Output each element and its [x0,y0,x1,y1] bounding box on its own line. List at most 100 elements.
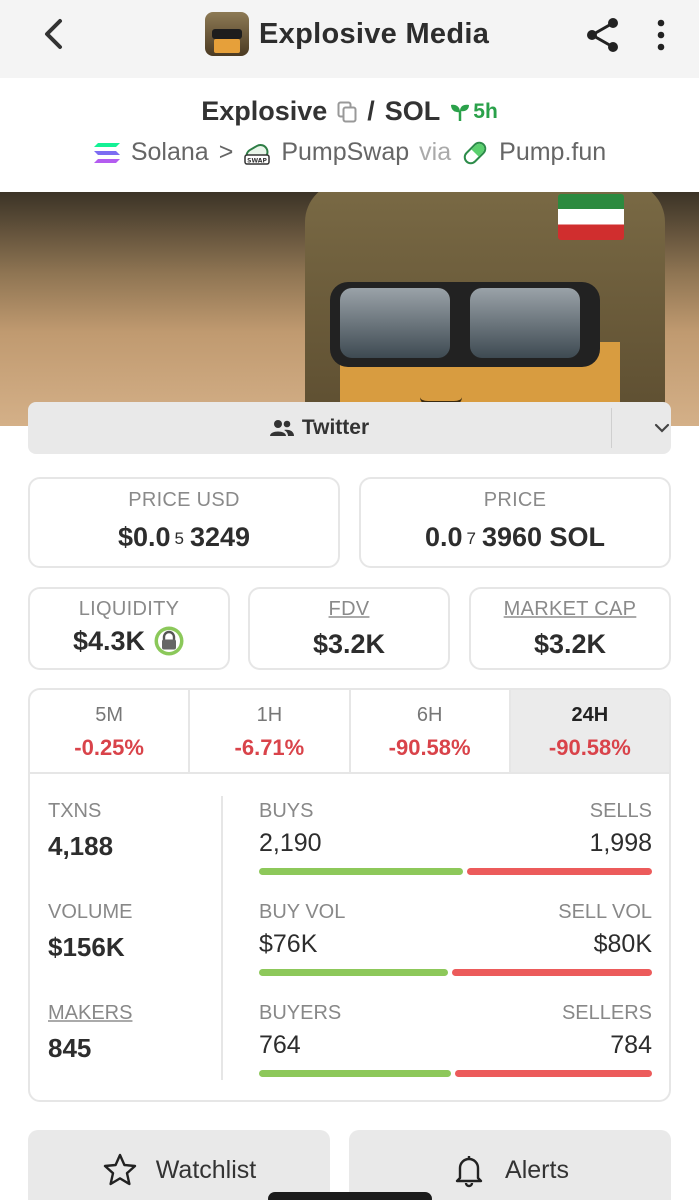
sells-label: SELLS [589,800,652,822]
sell-fill [467,868,652,875]
pair-age: 5h [450,100,498,124]
title-group: Explosive Media [205,12,489,56]
txns-value: 4,188 [48,831,114,861]
volume-stat: VOLUME $156K [48,901,132,963]
volume-value: $156K [48,932,125,962]
tab-change: -0.25% [74,735,144,760]
star-icon [103,1153,136,1186]
makers-stat[interactable]: MAKERS 845 [48,1002,132,1064]
chain-link[interactable]: Solana [131,138,209,167]
tab-1h[interactable]: 1H -6.71% [190,690,351,772]
buy-vol-value: $76K [259,930,318,958]
txns-stat: TXNS 4,188 [48,800,113,862]
stats-panel: 5M -0.25% 1H -6.71% 6H -90.58% 24H -90.5… [28,688,671,1102]
sellers-value: 784 [610,1031,652,1059]
token-avatar [205,12,249,56]
more-options-icon[interactable] [650,16,672,54]
stats-divider [221,796,223,1080]
sell-vol-label: SELL VOL [558,901,652,923]
tab-label: 6H [416,704,443,726]
liquidity-label: LIQUIDITY [78,598,180,620]
fdv-card[interactable]: FDV $3.2K [248,587,450,670]
pill-icon [463,141,487,164]
buy-fill [259,868,463,875]
pumpswap-icon: SWAP [244,143,271,165]
social-links-bar: Twitter [28,402,671,454]
buys-label: BUYS [259,800,314,822]
buy-fill [259,969,448,976]
volume-split-row: BUY VOL SELL VOL $76K $80K [259,901,652,976]
price-usd-label: PRICE USD [128,489,240,511]
volume-split-bar [259,969,652,976]
buy-vol-label: BUY VOL [259,901,346,923]
sell-fill [452,969,652,976]
price-native-value: 0.0 7 3960 SOL [361,522,669,553]
back-arrow-icon[interactable] [36,16,72,52]
sprout-icon [451,104,470,121]
bar-divider [611,408,612,448]
price-native-zeros: 7 [466,528,476,548]
sell-fill [455,1070,652,1077]
tab-change: -90.58% [548,735,631,760]
launchpad-link[interactable]: Pump.fun [499,138,606,167]
volume-label: VOLUME [48,901,133,923]
top-bar: Explosive Media [0,0,699,78]
buyers-value: 764 [259,1031,301,1059]
pair-age-value: 5h [473,99,498,123]
price-native-card: PRICE 0.0 7 3960 SOL [359,477,671,568]
market-cap-label: MARKET CAP [503,598,637,620]
flag-patch [558,194,624,240]
chevron-down-icon[interactable] [654,420,670,436]
copy-icon[interactable] [337,101,357,123]
watchlist-label: Watchlist [155,1155,257,1184]
twitter-button[interactable]: Twitter [28,402,611,454]
price-usd-card: PRICE USD $0.0 5 3249 [28,477,340,568]
alerts-button[interactable]: Alerts [349,1130,671,1200]
tab-5m[interactable]: 5M -0.25% [30,690,191,772]
buys-sells-row: BUYS SELLS 2,190 1,998 [259,800,652,875]
price-usd-prefix: $0.0 [117,522,171,552]
base-token: Explosive [201,96,328,126]
sellers-label: SELLERS [561,1002,652,1024]
tab-label: 1H [256,704,283,726]
share-icon[interactable] [584,16,622,54]
price-native-digits: 3960 SOL [481,522,606,552]
tab-label: 5M [95,704,124,726]
liquidity-card: LIQUIDITY $4.3K [28,587,230,670]
buys-value: 2,190 [259,829,322,857]
watchlist-button[interactable]: Watchlist [28,1130,330,1200]
tab-6h[interactable]: 6H -90.58% [351,690,511,772]
price-usd-value: $0.0 5 3249 [30,522,338,553]
quote-token: SOL [384,96,441,126]
dex-link[interactable]: PumpSwap [281,138,409,167]
twitter-label: Twitter [301,416,370,439]
tab-label: 24H [571,704,609,726]
home-indicator [268,1192,432,1200]
market-cap-value: $3.2K [533,629,607,659]
buyers-sellers-row: BUYERS SELLERS 764 784 [259,1002,652,1077]
lock-icon[interactable] [153,625,185,657]
token-banner-image [0,192,699,426]
route-arrow: > [218,138,234,166]
txns-label: TXNS [48,800,102,822]
price-native-label: PRICE [483,489,547,511]
pair-heading: Explosive / SOL 5h [0,96,699,127]
tab-change: -6.71% [234,735,305,760]
price-usd-zeros: 5 [174,528,184,548]
market-cap-card[interactable]: MARKET CAP $3.2K [469,587,671,670]
price-usd-digits: 3249 [189,522,251,552]
solana-logo-icon [93,142,120,163]
alerts-label: Alerts [505,1155,569,1184]
buyers-label: BUYERS [259,1002,342,1024]
makers-value: 845 [48,1033,92,1063]
buyers-sellers-bar [259,1070,652,1077]
buys-sells-bar [259,868,652,875]
price-native-prefix: 0.0 [424,522,463,552]
buy-fill [259,1070,451,1077]
bell-icon [455,1156,483,1188]
tab-24h[interactable]: 24H -90.58% [510,690,669,772]
liquidity-value: $4.3K [72,625,146,656]
tab-change: -90.58% [388,735,471,760]
timeframe-tabs: 5M -0.25% 1H -6.71% 6H -90.58% 24H -90.5… [30,690,669,774]
users-icon [269,420,294,436]
